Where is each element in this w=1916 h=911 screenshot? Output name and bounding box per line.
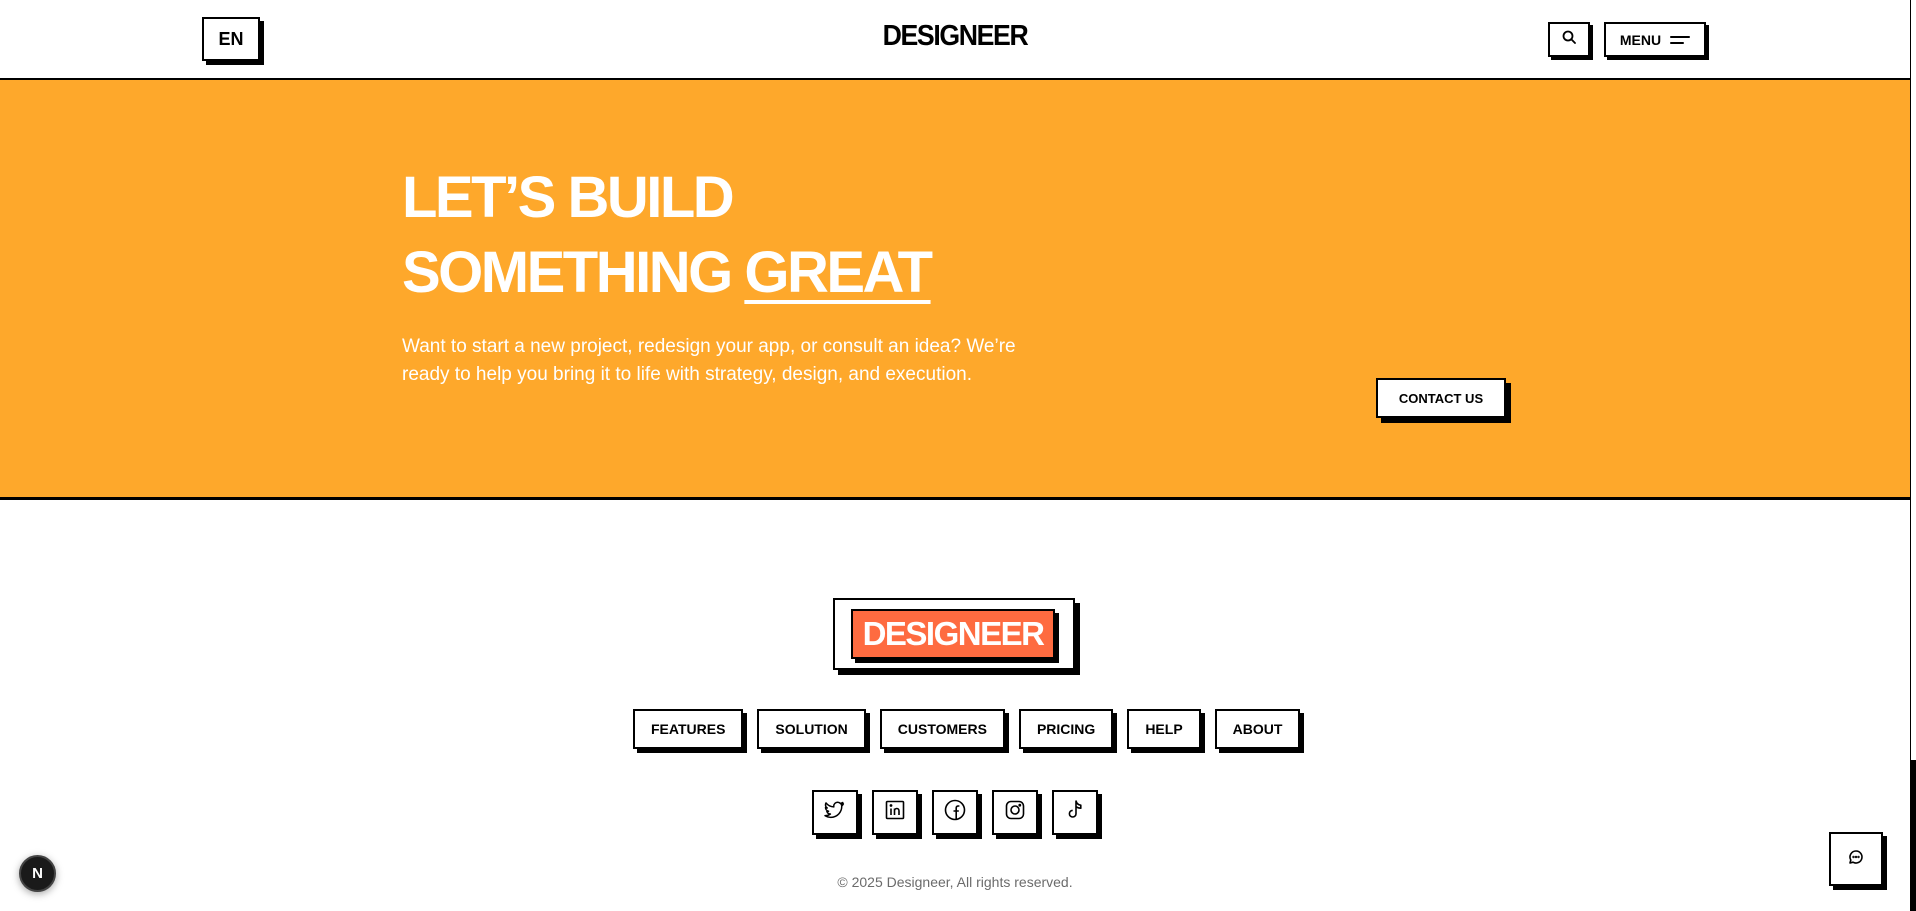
chat-icon: [1848, 849, 1864, 870]
tiktok-link[interactable]: [1052, 790, 1098, 835]
contact-us-button[interactable]: CONTACT US: [1376, 378, 1506, 418]
instagram-icon: [1005, 800, 1025, 825]
footer-nav-help[interactable]: HELP: [1127, 709, 1201, 749]
page: EN DESIGNEER MENU LET’S BUILD SOMETHING …: [0, 0, 1916, 911]
scrollbar-thumb[interactable]: [1911, 760, 1916, 911]
twitter-link[interactable]: [812, 790, 858, 835]
cta-hero-section: LET’S BUILD SOMETHING GREAT Want to star…: [0, 80, 1910, 500]
menu-button[interactable]: MENU: [1604, 22, 1706, 57]
hero-title-highlight: GREAT: [744, 240, 933, 305]
footer-logo[interactable]: DESIGNEER: [851, 609, 1055, 659]
footer-nav: FEATURES SOLUTION CUSTOMERS PRICING HELP…: [633, 709, 1301, 749]
hero-title-line-2: SOMETHING: [402, 240, 733, 305]
search-button[interactable]: [1548, 22, 1590, 57]
page-scrollbar[interactable]: [1910, 0, 1916, 911]
footer-logo-frame: DESIGNEER: [833, 598, 1075, 670]
framework-dev-badge[interactable]: N: [19, 855, 56, 892]
facebook-icon: [944, 799, 966, 826]
footer-nav-customers[interactable]: CUSTOMERS: [879, 709, 1005, 749]
linkedin-icon: [885, 800, 905, 825]
footer-nav-pricing[interactable]: PRICING: [1018, 709, 1114, 749]
hero-description: Want to start a new project, redesign yo…: [402, 336, 1016, 385]
copyright-text: © 2025 Designeer, All rights reserved.: [837, 874, 1073, 890]
hero-title-line-1: LET’S BUILD: [402, 165, 735, 230]
footer-nav-about[interactable]: ABOUT: [1214, 709, 1301, 749]
menu-label: MENU: [1619, 31, 1662, 48]
tiktok-icon: [1065, 799, 1085, 826]
social-links: [812, 790, 1098, 835]
linkedin-link[interactable]: [872, 790, 918, 835]
footer-nav-solution[interactable]: SOLUTION: [757, 709, 866, 749]
hamburger-icon: [1670, 32, 1691, 48]
footer-nav-features[interactable]: FEATURES: [633, 709, 744, 749]
instagram-link[interactable]: [992, 790, 1038, 835]
site-header: EN DESIGNEER MENU: [0, 0, 1910, 80]
hero-title: LET’S BUILD SOMETHING GREAT: [402, 160, 933, 310]
twitter-icon: [824, 800, 846, 825]
facebook-link[interactable]: [932, 790, 978, 835]
chat-button[interactable]: [1829, 832, 1883, 886]
search-icon: [1562, 30, 1576, 49]
